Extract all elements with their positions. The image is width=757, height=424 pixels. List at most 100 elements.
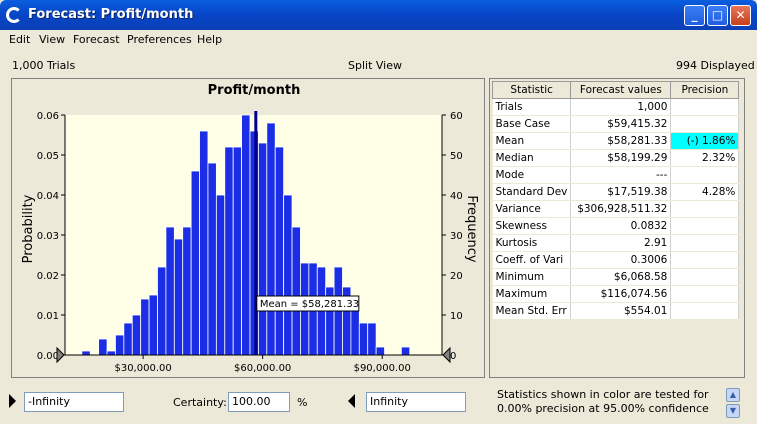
col-header-statistic[interactable]: Statistic xyxy=(491,81,572,99)
stat-precision xyxy=(670,98,740,116)
statistics-table: Statistic Forecast values Precision Tria… xyxy=(491,81,740,320)
certainty-input[interactable]: 100.00 xyxy=(228,392,290,412)
histogram-bar xyxy=(81,350,91,356)
menu-bar: Edit View Forecast Preferences Help xyxy=(0,30,757,50)
minimize-button[interactable]: _ xyxy=(684,5,705,26)
stats-row: Mean Std. Err $554.01 xyxy=(492,302,740,320)
mean-label: Mean = $58,281.33 xyxy=(260,299,359,310)
stat-precision xyxy=(670,234,740,252)
col-header-precision[interactable]: Precision xyxy=(670,81,740,99)
stat-value: $554.01 xyxy=(570,302,672,320)
y-tick-label-left: 0.04 xyxy=(37,191,59,202)
y-tick-label-left: 0.00 xyxy=(37,351,59,362)
histogram-bar xyxy=(190,170,200,356)
col-header-forecast-values[interactable]: Forecast values xyxy=(570,81,672,99)
stat-name: Mean xyxy=(492,132,572,150)
stat-precision xyxy=(670,268,740,286)
stat-value: $58,281.33 xyxy=(570,132,672,150)
histogram-bar xyxy=(98,338,108,356)
y-tick-label-right: 20 xyxy=(450,271,463,282)
stat-name: Minimum xyxy=(492,268,572,286)
right-grabber-icon[interactable] xyxy=(348,394,355,408)
stat-value: 0.0832 xyxy=(570,217,672,235)
x-tick-label: $30,000.00 xyxy=(114,363,171,374)
displayed-count: 994 Displayed xyxy=(676,59,755,72)
scroll-down-icon[interactable]: ▼ xyxy=(726,404,740,418)
stat-name: Maximum xyxy=(492,285,572,303)
stat-name: Standard Dev xyxy=(492,183,572,201)
histogram-bar xyxy=(215,194,226,356)
right-certainty-field[interactable]: Infinity xyxy=(366,392,466,412)
scroll-up-icon[interactable]: ▲ xyxy=(726,388,740,402)
histogram-bar xyxy=(258,142,268,356)
menu-edit[interactable]: Edit xyxy=(9,33,30,46)
stat-value: 2.91 xyxy=(570,234,672,252)
stat-name: Mode xyxy=(492,166,572,184)
stats-row: Variance $306,928,511.32 xyxy=(492,200,740,218)
stat-value: $116,074.56 xyxy=(570,285,672,303)
menu-help[interactable]: Help xyxy=(197,33,222,46)
stat-name: Mean Std. Err xyxy=(492,302,572,320)
stat-precision: 2.32% xyxy=(670,149,740,167)
y-axis-left-label: Probability xyxy=(21,194,36,263)
stat-precision xyxy=(670,302,740,320)
chart-panel: Profit/month Probability Frequency 0.00 0… xyxy=(11,78,485,378)
close-button[interactable]: ✕ xyxy=(730,5,751,26)
histogram-bar xyxy=(173,238,184,356)
histogram-bar xyxy=(241,114,251,356)
y-tick-label-left: 0.03 xyxy=(37,231,59,242)
certainty-bar: -Infinity Certainty: 100.00 % Infinity S… xyxy=(0,382,757,424)
left-certainty-field[interactable]: -Infinity xyxy=(24,392,124,412)
histogram-bar xyxy=(274,146,285,356)
left-grabber-icon[interactable] xyxy=(9,394,16,408)
window-title: Forecast: Profit/month xyxy=(28,7,194,22)
y-tick-label-right: 10 xyxy=(450,311,463,322)
stats-row: Kurtosis 2.91 xyxy=(492,234,740,252)
stats-row: Mode --- xyxy=(492,166,740,184)
y-tick-label-left: 0.02 xyxy=(37,271,59,282)
stat-precision xyxy=(670,285,740,303)
histogram-bar xyxy=(358,322,369,356)
y-tick-label-left: 0.06 xyxy=(37,111,59,122)
y-tick-label-right: 0 xyxy=(450,351,456,362)
histogram-bar xyxy=(140,298,150,356)
stat-name: Variance xyxy=(492,200,572,218)
x-tick-label: $90,000.00 xyxy=(354,363,411,374)
stat-precision xyxy=(670,166,740,184)
stats-row: Standard Dev $17,519.38 4.28% xyxy=(492,183,740,201)
histogram-bar xyxy=(207,162,217,356)
histogram-bar xyxy=(157,266,167,356)
maximize-button[interactable]: □ xyxy=(707,5,728,26)
histogram-bar xyxy=(123,322,133,356)
histogram-bar xyxy=(148,294,158,356)
y-tick-label-left: 0.05 xyxy=(37,151,59,162)
certainty-unit: % xyxy=(297,396,308,409)
chart-title: Profit/month xyxy=(208,83,301,98)
stat-value: $306,928,511.32 xyxy=(570,200,672,218)
histogram-bar xyxy=(350,310,360,356)
histogram-chart: Profit/month Probability Frequency 0.00 0… xyxy=(21,83,479,374)
menu-view[interactable]: View xyxy=(39,33,65,46)
histogram-bar xyxy=(400,346,411,356)
stat-precision xyxy=(670,217,740,235)
stats-row: Minimum $6,068.58 xyxy=(492,268,740,286)
stat-name: Base Case xyxy=(492,115,572,133)
stat-precision: 4.28% xyxy=(670,183,740,201)
stats-row: Maximum $116,074.56 xyxy=(492,285,740,303)
stats-row: Skewness 0.0832 xyxy=(492,217,740,235)
menu-forecast[interactable]: Forecast xyxy=(73,33,120,46)
stat-value: $17,519.38 xyxy=(570,183,672,201)
histogram-bar xyxy=(199,130,209,356)
histogram-bar xyxy=(232,146,242,356)
title-bar: Forecast: Profit/month _ □ ✕ xyxy=(0,0,757,30)
stat-name: Skewness xyxy=(492,217,572,235)
app-icon xyxy=(6,7,22,23)
right-grabber-icon[interactable] xyxy=(442,346,451,364)
view-mode: Split View xyxy=(348,59,402,72)
precision-note: Statistics shown in color are tested for… xyxy=(497,388,709,415)
stat-value: --- xyxy=(570,166,672,184)
stat-precision xyxy=(670,200,740,218)
menu-preferences[interactable]: Preferences xyxy=(127,33,192,46)
left-grabber-icon[interactable] xyxy=(56,346,65,364)
y-tick-label-right: 60 xyxy=(450,111,463,122)
